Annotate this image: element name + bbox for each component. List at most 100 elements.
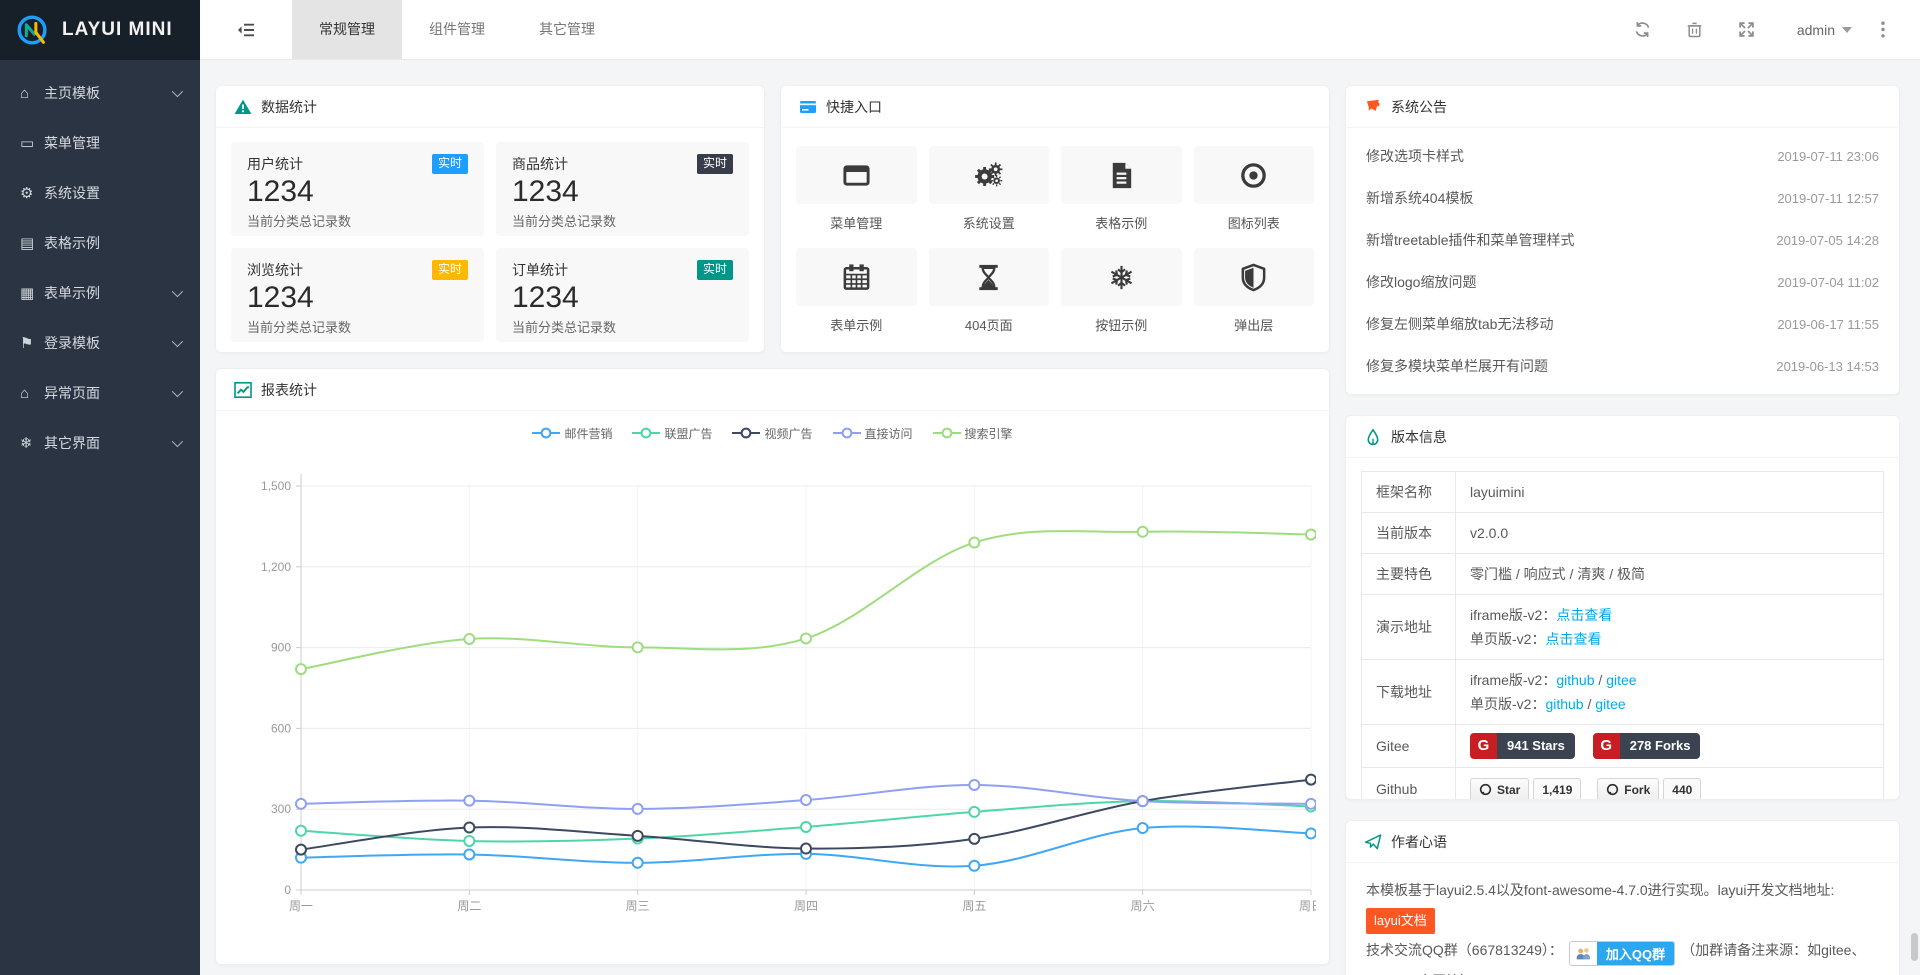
table-row: Gitee G941 Stars G278 Forks bbox=[1362, 725, 1884, 768]
sidebar: LAYUI MINI ⌂主页模板▭菜单管理⚙系统设置▤表格示例▦表单示例⚑登录模… bbox=[0, 0, 200, 975]
version-table: 框架名称 layuimini 当前版本 v2.0.0 主要特色 零门槛 / 响应… bbox=[1361, 471, 1884, 800]
home-icon: ⌂ bbox=[20, 385, 44, 402]
sidebar-item-label: 系统设置 bbox=[44, 183, 180, 203]
svg-text:周日: 周日 bbox=[1299, 899, 1316, 913]
panel-title: 作者心语 bbox=[1391, 832, 1447, 852]
svg-text:600: 600 bbox=[271, 721, 291, 735]
table-row: 当前版本 v2.0.0 bbox=[1362, 513, 1884, 554]
panel-header: 数据统计 bbox=[216, 86, 764, 128]
panel-header: 作者心语 bbox=[1346, 821, 1899, 863]
line-chart-icon bbox=[234, 381, 252, 399]
sidebar-item-6[interactable]: ⚑登录模板 bbox=[0, 318, 200, 368]
table-row: 演示地址 iframe版-v2：点击查看 单页版-v2：点击查看 bbox=[1362, 595, 1884, 660]
author-line: 本模板基于layui2.5.4以及font-awesome-4.7.0进行实现。… bbox=[1366, 875, 1879, 905]
legend-label: 视频广告 bbox=[764, 425, 812, 442]
gears-icon: ⚙ bbox=[20, 184, 44, 202]
quick-entry-label: 按钮示例 bbox=[1061, 315, 1182, 334]
logo-text: LAYUI MINI bbox=[62, 19, 173, 41]
file-icon bbox=[1106, 160, 1137, 191]
sidebar-item-3[interactable]: ⚙系统设置 bbox=[0, 168, 200, 218]
table-row: 框架名称 layuimini bbox=[1362, 472, 1884, 513]
refresh-icon[interactable] bbox=[1617, 21, 1669, 38]
clear-cache-trash-icon[interactable] bbox=[1669, 21, 1721, 38]
download-links: iframe版-v2：github / gitee 单页版-v2：github … bbox=[1456, 660, 1884, 725]
quick-entry-菜单管理[interactable]: 菜单管理 bbox=[796, 146, 917, 232]
announcement-item[interactable]: 修复左侧菜单缩放tab无法移动2019-06-17 11:55 bbox=[1346, 303, 1899, 345]
announcement-text: 新增treetable插件和菜单管理样式 bbox=[1366, 230, 1574, 250]
home-icon: ⌂ bbox=[20, 85, 44, 102]
stat-description: 当前分类总记录数 bbox=[247, 211, 468, 230]
more-options-icon[interactable] bbox=[1870, 21, 1896, 38]
quick-entry-弹出层[interactable]: 弹出层 bbox=[1194, 248, 1315, 334]
stat-card: 订单统计实时1234当前分类总记录数 bbox=[496, 248, 749, 342]
svg-text:900: 900 bbox=[271, 641, 291, 655]
caret-down-icon bbox=[1842, 27, 1852, 33]
sidebar-item-2[interactable]: ▭菜单管理 bbox=[0, 118, 200, 168]
legend-label: 联盟广告 bbox=[664, 425, 712, 442]
tab-1[interactable]: 常规管理 bbox=[292, 0, 402, 59]
fullscreen-icon[interactable] bbox=[1721, 21, 1773, 38]
sidebar-item-4[interactable]: ▤表格示例 bbox=[0, 218, 200, 268]
layui-doc-badge[interactable]: layui文档 bbox=[1366, 908, 1435, 934]
author-line: 技术交流QQ群（667813249）：加入QQ群（加群请备注来源：如gitee、… bbox=[1366, 935, 1879, 975]
sidebar-item-7[interactable]: ⌂异常页面 bbox=[0, 368, 200, 418]
join-qq-group-button[interactable]: 加入QQ群 bbox=[1569, 941, 1675, 966]
legend-item-直接访问[interactable]: 直接访问 bbox=[833, 425, 913, 442]
chevron-down-icon bbox=[172, 86, 183, 97]
svg-text:周二: 周二 bbox=[457, 899, 481, 913]
announcement-text: 修改选项卡样式 bbox=[1366, 146, 1464, 166]
svg-text:1,200: 1,200 bbox=[261, 560, 291, 574]
announcement-item[interactable]: 新增treetable插件和菜单管理样式2019-07-05 14:28 bbox=[1346, 219, 1899, 261]
scrollbar-thumb[interactable] bbox=[1911, 933, 1918, 961]
collapse-sidebar-icon[interactable] bbox=[200, 0, 292, 59]
github-fork-button[interactable]: Fork bbox=[1597, 778, 1659, 800]
tab-3[interactable]: 其它管理 bbox=[512, 0, 622, 59]
download-github-link[interactable]: github bbox=[1545, 696, 1583, 712]
announcement-text: 修改logo缩放问题 bbox=[1366, 272, 1476, 292]
stat-cards: 用户统计实时1234当前分类总记录数商品统计实时1234当前分类总记录数浏览统计… bbox=[216, 128, 764, 353]
quick-entry-表单示例[interactable]: 表单示例 bbox=[796, 248, 917, 334]
announcement-item[interactable]: 新增系统404模板2019-07-11 12:57 bbox=[1346, 177, 1899, 219]
right-column: 系统公告 修改选项卡样式2019-07-11 23:06新增系统404模板201… bbox=[1345, 85, 1900, 975]
announcement-item[interactable]: 修改选项卡样式 2019-07-11 23:06 bbox=[1346, 135, 1899, 177]
legend-item-搜索引擎[interactable]: 搜索引擎 bbox=[933, 425, 1013, 442]
quick-entry-404页面[interactable]: 404页面 bbox=[929, 248, 1050, 334]
quick-entry-系统设置[interactable]: 系统设置 bbox=[929, 146, 1050, 232]
announcement-item[interactable]: 修复多模块菜单栏展开有问题2019-06-13 14:53 bbox=[1346, 345, 1899, 387]
gitee-stars-badge[interactable]: G941 Stars bbox=[1470, 733, 1575, 759]
download-gitee-link[interactable]: gitee bbox=[1606, 672, 1636, 688]
download-gitee-link[interactable]: gitee bbox=[1595, 696, 1625, 712]
quick-entry-按钮示例[interactable]: 按钮示例 bbox=[1061, 248, 1182, 334]
calendar-icon: ▦ bbox=[20, 284, 44, 302]
tab-2[interactable]: 组件管理 bbox=[402, 0, 512, 59]
version-info-panel: 版本信息 框架名称 layuimini 当前版本 v2.0.0 主要特色 bbox=[1345, 415, 1900, 800]
download-github-link[interactable]: github bbox=[1556, 672, 1594, 688]
svg-text:0: 0 bbox=[284, 883, 291, 897]
panel-title: 报表统计 bbox=[261, 380, 317, 400]
user-menu[interactable]: admin bbox=[1797, 22, 1852, 38]
github-star-count[interactable]: 1,419 bbox=[1533, 778, 1581, 800]
legend-item-视频广告[interactable]: 视频广告 bbox=[732, 425, 812, 442]
announcement-time: 2019-06-13 14:53 bbox=[1776, 359, 1879, 374]
demo-iframe-link[interactable]: 点击查看 bbox=[1556, 607, 1612, 623]
quick-entry-label: 图标列表 bbox=[1194, 213, 1315, 232]
github-star-button[interactable]: Star bbox=[1470, 778, 1529, 800]
sidebar-item-8[interactable]: ❄其它界面 bbox=[0, 418, 200, 468]
quick-entry-图标列表[interactable]: 图标列表 bbox=[1194, 146, 1315, 232]
quick-entry-表格示例[interactable]: 表格示例 bbox=[1061, 146, 1182, 232]
github-fork-count[interactable]: 440 bbox=[1663, 778, 1701, 800]
gitee-forks-badge[interactable]: G278 Forks bbox=[1593, 733, 1701, 759]
svg-text:周六: 周六 bbox=[1131, 899, 1155, 913]
chevron-down-icon bbox=[172, 436, 183, 447]
sidebar-item-1[interactable]: ⌂主页模板 bbox=[0, 68, 200, 118]
sidebar-item-5[interactable]: ▦表单示例 bbox=[0, 268, 200, 318]
demo-spa-link[interactable]: 点击查看 bbox=[1545, 631, 1601, 647]
legend-item-联盟广告[interactable]: 联盟广告 bbox=[632, 425, 712, 442]
announcement-item[interactable]: 修改logo缩放问题2019-07-04 11:02 bbox=[1346, 261, 1899, 303]
legend-item-邮件营销[interactable]: 邮件营销 bbox=[532, 425, 612, 442]
announcement-time: 2019-07-11 23:06 bbox=[1777, 149, 1879, 164]
github-icon bbox=[1479, 783, 1492, 796]
stat-value: 1234 bbox=[512, 281, 733, 315]
legend-marker bbox=[833, 427, 861, 439]
svg-text:周三: 周三 bbox=[626, 899, 650, 913]
